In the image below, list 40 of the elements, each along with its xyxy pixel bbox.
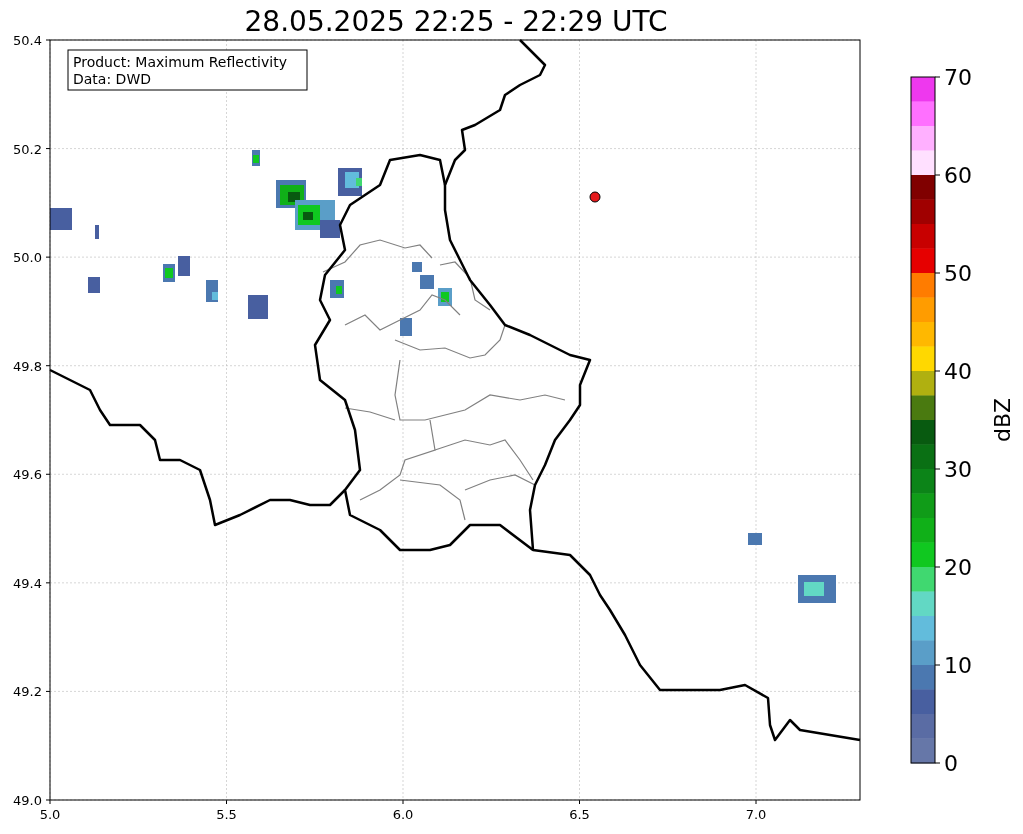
radar-echo <box>748 533 762 545</box>
radar-echo <box>50 208 99 239</box>
axis-tick-label: 5.5 <box>216 807 237 822</box>
axis-tick-label: 50.4 <box>13 33 42 48</box>
radar-echo <box>412 262 422 272</box>
radar-echo <box>88 277 100 293</box>
radar-echo <box>438 288 452 306</box>
colorbar-tick-label: 70 <box>944 65 972 90</box>
axis-tick-label: 6.0 <box>392 807 414 822</box>
legend-text: Product: Maximum Reflectivity <box>73 54 287 70</box>
radar-echo <box>330 280 344 298</box>
legend-text: Data: DWD <box>73 71 151 87</box>
radar-echo <box>178 256 190 276</box>
radar-echo <box>252 150 260 166</box>
colorbar-tick-label: 60 <box>944 163 972 188</box>
radar-echo <box>163 264 175 282</box>
colorbar-tick-label: 40 <box>944 359 972 384</box>
axis-tick-label: 7.0 <box>745 807 767 822</box>
colorbar-tick-label: 30 <box>944 457 972 482</box>
axis-tick-label: 49.0 <box>13 793 42 808</box>
axis-tick-label: 5.0 <box>39 807 61 822</box>
axis-tick-label: 49.6 <box>13 467 42 483</box>
colorbar-tick-label: 10 <box>944 653 972 678</box>
radar-echo <box>798 575 836 603</box>
radar-echo <box>400 318 412 336</box>
axis-tick-label: 49.2 <box>13 684 42 700</box>
chart-title: 28.05.2025 22:25 - 22:29 UTC <box>244 5 668 38</box>
colorbar-tick-label: 50 <box>944 261 972 286</box>
radar-echo <box>206 280 218 302</box>
radar-echo <box>248 295 268 319</box>
axis-tick-label: 6.5 <box>569 807 590 822</box>
colorbar-tick-label: 20 <box>944 555 972 580</box>
axis-tick-label: 49.4 <box>13 575 42 591</box>
axis-tick-label: 50.0 <box>13 250 42 266</box>
axis-tick-label: 50.2 <box>13 141 42 157</box>
radar-echo <box>420 275 434 289</box>
location-marker <box>589 191 601 203</box>
axis-tick-label: 49.8 <box>13 358 42 374</box>
colorbar-label: dBZ <box>990 397 1015 443</box>
colorbar-tick-label: 0 <box>944 751 958 776</box>
